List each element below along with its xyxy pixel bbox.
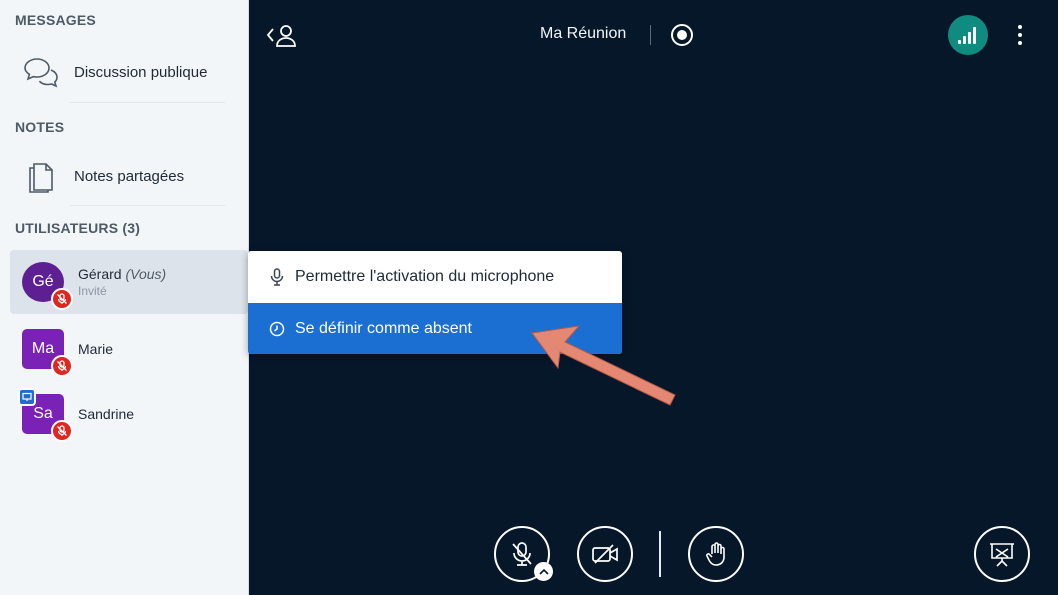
more-options-icon <box>1018 33 1022 37</box>
presentation-button[interactable] <box>974 526 1030 582</box>
user-role: Invité <box>78 284 107 298</box>
more-options-button[interactable] <box>1010 22 1030 48</box>
user-name-text: Gérard <box>78 266 122 282</box>
record-button[interactable] <box>671 24 693 46</box>
notes-section-title: NOTES <box>15 119 65 135</box>
presenter-icon <box>18 388 36 406</box>
camera-off-icon <box>592 544 618 564</box>
divider <box>70 102 225 103</box>
sidebar: MESSAGES Discussion publique NOTES Notes… <box>0 0 249 595</box>
divider <box>650 25 651 45</box>
muted-microphone-icon <box>51 288 73 310</box>
messages-section-title: MESSAGES <box>15 12 96 28</box>
divider <box>70 205 225 206</box>
set-away-label: Se définir comme absent <box>295 319 472 337</box>
user-list-item-marie[interactable]: Ma Marie <box>10 317 248 381</box>
clock-icon <box>268 320 286 338</box>
allow-microphone-label: Permettre l'activation du microphone <box>295 267 555 285</box>
connection-status-icon <box>958 27 976 44</box>
avatar-initials: Ma <box>31 340 55 357</box>
connection-status-button[interactable] <box>948 15 988 55</box>
avatar-initials: Sa <box>33 405 53 422</box>
allow-microphone-menu-item[interactable]: Permettre l'activation du microphone <box>248 251 622 302</box>
avatar: Gé <box>22 262 73 310</box>
user-options-menu: Permettre l'activation du microphone Se … <box>248 251 622 354</box>
user-list-toggle-icon <box>266 25 296 47</box>
avatar-initials: Gé <box>32 273 54 290</box>
chevron-up-icon <box>538 568 549 575</box>
microphone-icon <box>268 267 286 286</box>
record-icon <box>677 30 687 40</box>
set-away-menu-item[interactable]: Se définir comme absent <box>248 303 622 354</box>
more-options-icon <box>1018 41 1022 45</box>
audio-options-button[interactable] <box>534 562 553 581</box>
raise-hand-icon <box>706 542 725 566</box>
presentation-icon <box>990 543 1014 567</box>
raise-hand-button[interactable] <box>688 526 744 582</box>
mute-microphone-icon <box>512 542 532 566</box>
user-list-toggle-button[interactable] <box>266 22 300 48</box>
public-chat-label: Discussion publique <box>74 63 208 81</box>
avatar: Sa <box>18 388 73 442</box>
shared-notes-label: Notes partagées <box>74 167 185 185</box>
avatar: Ma <box>22 329 73 377</box>
camera-button[interactable] <box>577 526 633 582</box>
users-section-title: UTILISATEURS (3) <box>15 220 141 236</box>
more-options-icon <box>1018 25 1022 29</box>
user-list-item-gerard[interactable]: Gé Gérard (Vous) Invité <box>10 250 248 314</box>
user-name: Sandrine <box>78 406 135 422</box>
muted-microphone-icon <box>51 420 73 442</box>
user-name: Gérard (Vous) <box>78 265 166 283</box>
you-suffix: (Vous) <box>125 266 167 282</box>
shared-notes-item[interactable]: Notes partagées <box>10 146 238 206</box>
meeting-title: Ma Réunion <box>540 25 627 42</box>
divider <box>659 531 661 577</box>
user-list-item-sandrine[interactable]: Sa Sandrine <box>10 382 248 446</box>
muted-microphone-icon <box>51 355 73 377</box>
chat-bubbles-icon <box>16 47 66 97</box>
document-icon <box>16 151 66 201</box>
public-chat-item[interactable]: Discussion publique <box>10 42 238 102</box>
user-name: Marie <box>78 341 114 357</box>
